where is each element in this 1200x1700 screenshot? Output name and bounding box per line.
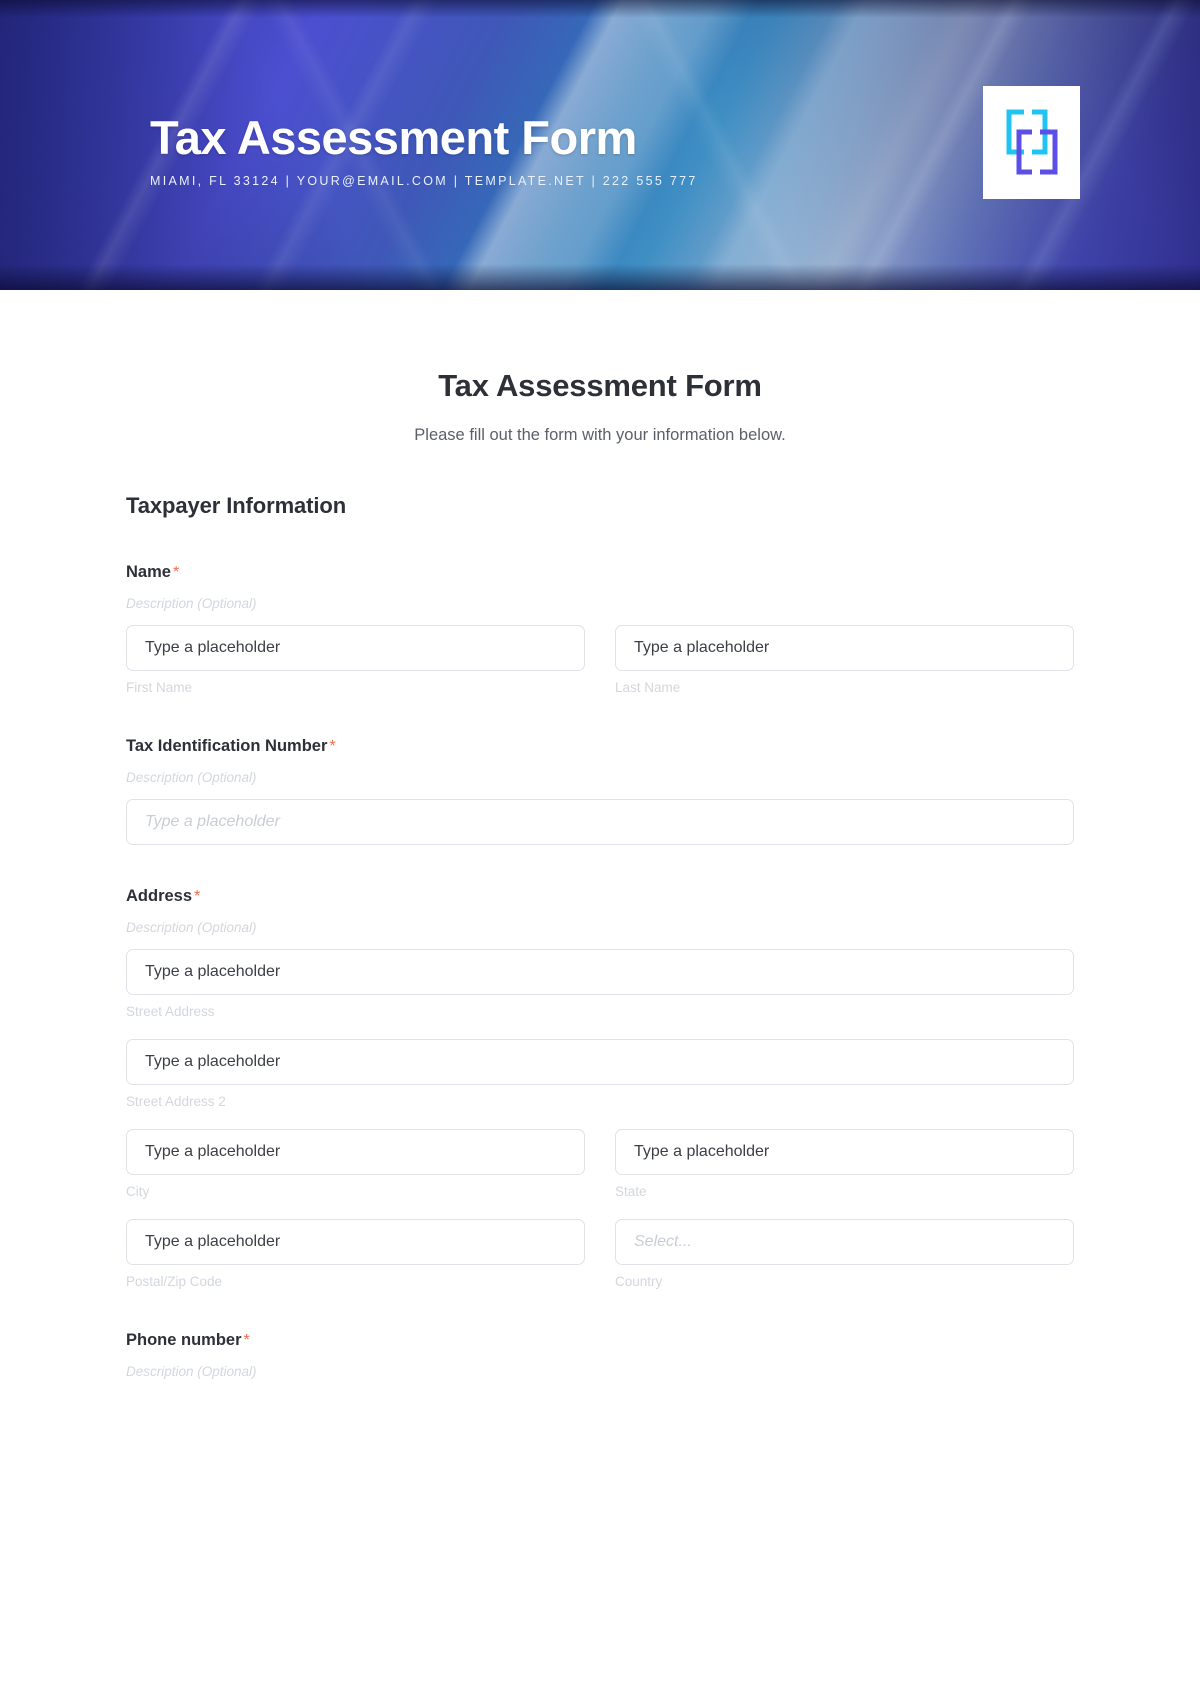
tax-identification-number-input[interactable]: Type a placeholder: [126, 799, 1074, 845]
sub-label-state: State: [615, 1184, 647, 1199]
form-body: Taxpayer Information Name * Description (…: [0, 493, 1200, 1379]
field-name: Name * Description (Optional) Type a plac…: [126, 563, 1074, 695]
page-title: Tax Assessment Form: [438, 368, 762, 403]
section-heading-taxpayer-information: Taxpayer Information: [126, 493, 347, 518]
field-label-text: Phone number: [126, 1331, 242, 1349]
banner-title: Tax Assessment Form: [150, 111, 637, 164]
country-select[interactable]: Select...: [615, 1219, 1074, 1265]
banner-text-group: Tax Assessment Form MIAMI, FL 33124 | YO…: [150, 112, 698, 188]
city-input[interactable]: Type a placeholder: [126, 1129, 585, 1175]
header-banner: Tax Assessment Form MIAMI, FL 33124 | YO…: [0, 0, 1200, 290]
field-col-first-name: Type a placeholder First Name: [126, 625, 585, 695]
tax-assessment-form-page: Tax Assessment Form MIAMI, FL 33124 | YO…: [0, 0, 1200, 1700]
field-label-name: Name *: [126, 563, 1074, 582]
sub-label-postal-zip-code: Postal/Zip Code: [126, 1274, 223, 1289]
last-name-input[interactable]: Type a placeholder: [615, 625, 1074, 671]
page-subtitle: Please fill out the form with your infor…: [414, 426, 786, 444]
sub-label-city: City: [126, 1184, 150, 1199]
field-col-city: Type a placeholder City: [126, 1129, 585, 1199]
form-header: Tax Assessment Form Please fill out the …: [0, 368, 1200, 445]
banner-top-shade: [0, 0, 1200, 18]
field-label-phone-number: Phone number *: [126, 1331, 1074, 1350]
required-asterisk: *: [329, 738, 336, 755]
field-col-last-name: Type a placeholder Last Name: [615, 625, 1074, 695]
field-label-text: Tax Identification Number: [126, 737, 328, 755]
banner-bottom-shade: [0, 264, 1200, 290]
field-col-postal-zip-code: Type a placeholder Postal/Zip Code: [126, 1219, 585, 1289]
field-col-state: Type a placeholder State: [615, 1129, 1074, 1199]
address-row-street: Type a placeholder Street Address: [126, 949, 1074, 1019]
field-description-address: Description (Optional): [126, 920, 257, 935]
address-row-street-2: Type a placeholder Street Address 2: [126, 1039, 1074, 1109]
banner-contact-line: MIAMI, FL 33124 | YOUR@EMAIL.COM | TEMPL…: [150, 173, 698, 188]
field-label-text: Name: [126, 563, 171, 581]
field-address: Address * Description (Optional) Type a p…: [126, 887, 1074, 1289]
bracket-squares-logo-icon: [1006, 109, 1057, 174]
required-asterisk: *: [243, 1332, 250, 1349]
logo-container: [983, 86, 1080, 199]
postal-zip-code-input[interactable]: Type a placeholder: [126, 1219, 585, 1265]
field-row-name: Type a placeholder First Name Type a pla…: [126, 625, 1074, 695]
field-description-tax-identification-number: Description (Optional): [126, 770, 257, 785]
address-row-city-state: Type a placeholder City Type a placehold…: [126, 1129, 1074, 1199]
sub-label-last-name: Last Name: [615, 680, 681, 695]
first-name-input[interactable]: Type a placeholder: [126, 625, 585, 671]
field-col-country: Select... Country: [615, 1219, 1074, 1289]
sub-label-first-name: First Name: [126, 680, 193, 695]
sub-label-street-address-2: Street Address 2: [126, 1094, 226, 1109]
required-asterisk: *: [172, 564, 180, 581]
state-input[interactable]: Type a placeholder: [615, 1129, 1074, 1175]
street-address-2-input[interactable]: Type a placeholder: [126, 1039, 1074, 1085]
field-label-text: Address: [126, 887, 193, 905]
required-asterisk: *: [194, 888, 201, 905]
field-phone-number: Phone number * Description (Optional): [126, 1331, 1074, 1379]
street-address-input[interactable]: Type a placeholder: [126, 949, 1074, 995]
field-description-phone-number: Description (Optional): [126, 1364, 257, 1379]
field-label-tax-identification-number: Tax Identification Number *: [126, 737, 1074, 756]
sub-label-street-address: Street Address: [126, 1004, 215, 1019]
field-label-address: Address *: [126, 887, 1074, 906]
field-description-name: Description (Optional): [126, 596, 257, 611]
address-row-zip-country: Type a placeholder Postal/Zip Code Selec…: [126, 1219, 1074, 1289]
field-tax-identification-number: Tax Identification Number * Description (…: [126, 737, 1074, 845]
sub-label-country: Country: [615, 1274, 663, 1289]
